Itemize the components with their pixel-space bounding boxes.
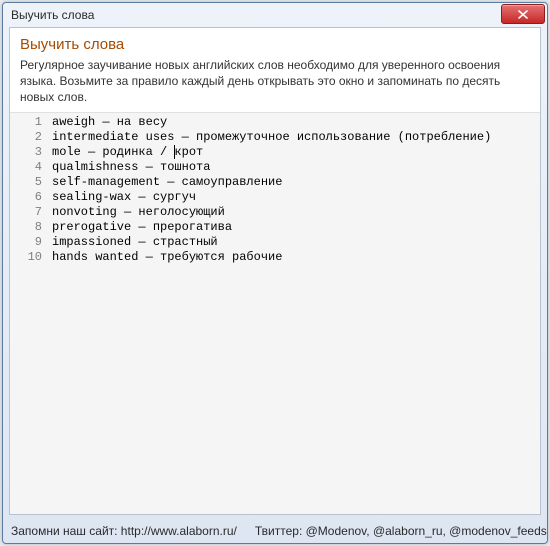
line-number: 3 [12,145,42,160]
code-line[interactable]: nonvoting — неголосующий [52,205,536,220]
code-line[interactable]: impassioned — страстный [52,235,536,250]
status-site: Запомни наш сайт: http://www.alaborn.ru/ [11,524,237,538]
window-title: Выучить слова [11,8,501,22]
line-number: 10 [12,250,42,265]
line-number: 2 [12,130,42,145]
word-list-editor[interactable]: 12345678910 aweigh — на весуintermediate… [10,113,540,514]
close-button[interactable] [501,4,545,24]
client-area: Выучить слова Регулярное заучивание новы… [9,27,541,515]
line-number: 1 [12,115,42,130]
line-number: 6 [12,190,42,205]
code-area[interactable]: aweigh — на весуintermediate uses — пром… [48,113,540,514]
code-line[interactable]: aweigh — на весу [52,115,536,130]
code-line[interactable]: hands wanted — требуются рабочие [52,250,536,265]
page-title: Выучить слова [20,36,530,53]
header: Выучить слова Регулярное заучивание новы… [10,28,540,113]
app-window: Выучить слова Выучить слова Регулярное з… [2,2,548,544]
statusbar: Запомни наш сайт: http://www.alaborn.ru/… [3,521,547,543]
code-line[interactable]: qualmishness — тошнота [52,160,536,175]
line-number-gutter: 12345678910 [10,113,48,514]
code-line[interactable]: self-management — самоуправление [52,175,536,190]
code-line[interactable]: mole — родинка / крот [52,145,536,160]
code-line[interactable]: sealing-wax — сургуч [52,190,536,205]
code-line[interactable]: intermediate uses — промежуточное исполь… [52,130,536,145]
close-icon [518,10,528,19]
line-number: 4 [12,160,42,175]
line-number: 5 [12,175,42,190]
page-description: Регулярное заучивание новых английских с… [20,57,530,106]
line-number: 7 [12,205,42,220]
titlebar[interactable]: Выучить слова [3,3,547,27]
line-number: 8 [12,220,42,235]
text-caret [174,145,175,159]
code-line[interactable]: prerogative — прерогатива [52,220,536,235]
status-twitter: Твиттер: @Modenov, @alaborn_ru, @modenov… [255,524,547,538]
line-number: 9 [12,235,42,250]
